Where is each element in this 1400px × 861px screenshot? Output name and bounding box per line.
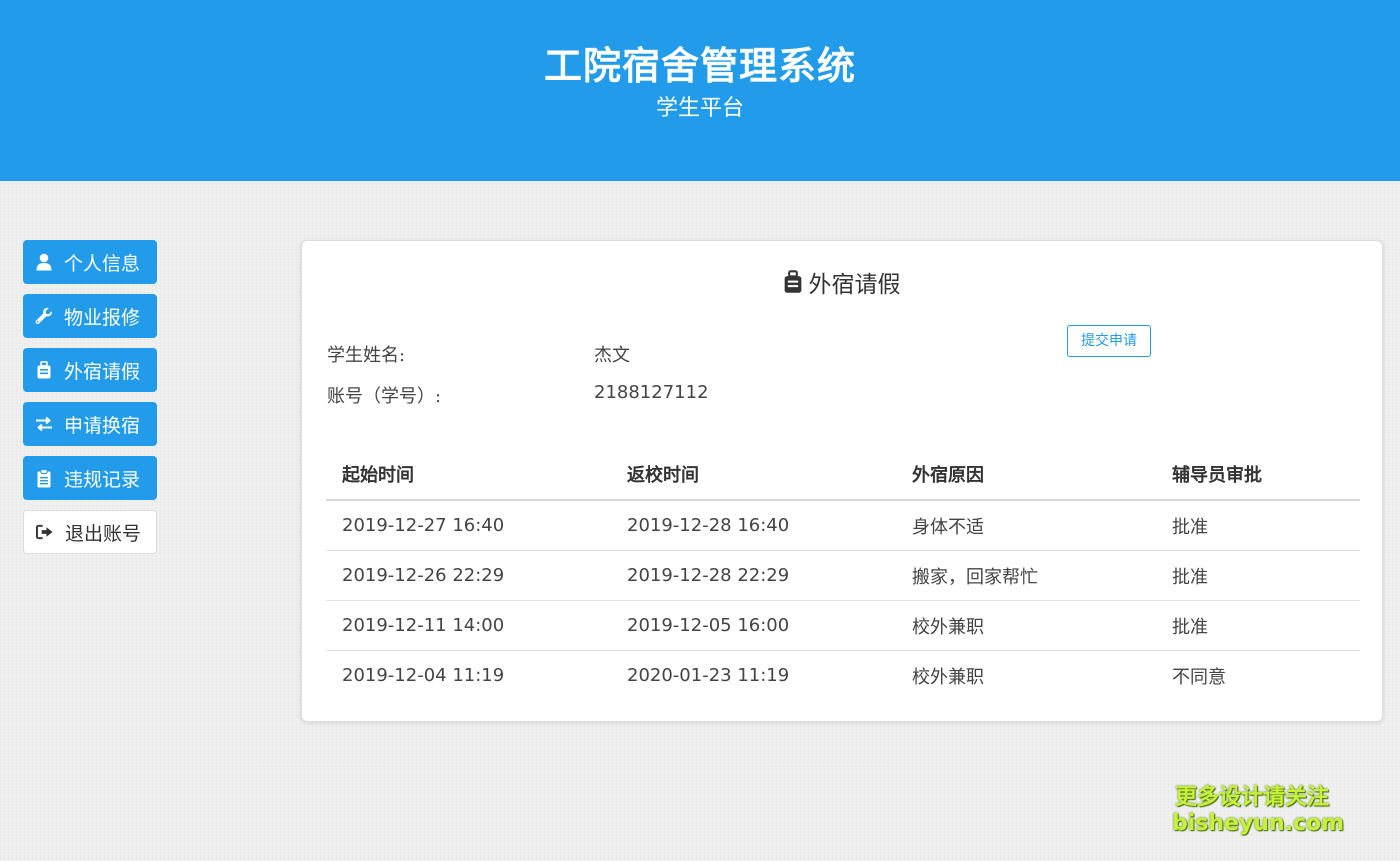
sign-out-icon <box>36 522 54 542</box>
leave-records-table: 起始时间 返校时间 外宿原因 辅导员审批 2019-12-27 16:40 20… <box>326 449 1360 700</box>
cell-return-time: 2019-12-28 16:40 <box>611 500 896 551</box>
app-title: 工院宿舍管理系统 <box>0 40 1400 92</box>
cell-return-time: 2019-12-28 22:29 <box>611 551 896 601</box>
app-subtitle: 学生平台 <box>0 93 1400 125</box>
sidebar-item-label: 物业报修 <box>64 303 140 330</box>
cell-approval: 批准 <box>1156 551 1360 601</box>
column-header-approval: 辅导员审批 <box>1156 449 1360 500</box>
cell-start-time: 2019-12-04 11:19 <box>326 651 611 701</box>
table-row: 2019-12-11 14:00 2019-12-05 16:00 校外兼职 批… <box>326 601 1360 651</box>
cell-return-time: 2019-12-05 16:00 <box>611 601 896 651</box>
sidebar-item-logout[interactable]: 退出账号 <box>23 510 157 554</box>
panel-title: 外宿请假 <box>302 265 1382 299</box>
cell-start-time: 2019-12-27 16:40 <box>326 500 611 551</box>
cell-approval: 批准 <box>1156 500 1360 551</box>
cell-start-time: 2019-12-11 14:00 <box>326 601 611 651</box>
table-row: 2019-12-27 16:40 2019-12-28 16:40 身体不适 批… <box>326 500 1360 551</box>
sidebar-item-violations[interactable]: 违规记录 <box>23 456 157 500</box>
column-header-reason: 外宿原因 <box>896 449 1156 500</box>
exchange-icon <box>35 414 53 434</box>
panel-title-text: 外宿请假 <box>809 265 901 299</box>
student-name-value: 杰文 <box>594 341 630 367</box>
account-label: 账号（学号）: <box>327 382 441 408</box>
sidebar-item-leave[interactable]: 外宿请假 <box>23 348 157 392</box>
cell-start-time: 2019-12-26 22:29 <box>326 551 611 601</box>
student-name-label: 学生姓名: <box>327 341 405 367</box>
watermark: 更多设计请关注 bisheyun.com <box>1172 785 1332 837</box>
watermark-line2: bisheyun.com <box>1172 811 1332 837</box>
sidebar-item-label: 个人信息 <box>64 249 140 276</box>
sidebar-item-label: 外宿请假 <box>64 357 140 384</box>
cell-reason: 校外兼职 <box>896 601 1156 651</box>
suitcase-icon <box>35 360 53 380</box>
clipboard-icon <box>35 468 53 488</box>
cell-reason: 校外兼职 <box>896 651 1156 701</box>
column-header-return-time: 返校时间 <box>611 449 896 500</box>
sidebar-nav: 个人信息 物业报修 外宿请假 申请换宿 违规记录 退出账号 <box>23 240 157 564</box>
sidebar-item-label: 退出账号 <box>65 519 141 546</box>
sidebar-item-change-dorm[interactable]: 申请换宿 <box>23 402 157 446</box>
leave-panel: 外宿请假 学生姓名: 杰文 账号（学号）: 2188127112 提交申请 起始… <box>301 240 1383 722</box>
table-row: 2019-12-26 22:29 2019-12-28 22:29 搬家，回家帮… <box>326 551 1360 601</box>
cell-reason: 身体不适 <box>896 500 1156 551</box>
cell-reason: 搬家，回家帮忙 <box>896 551 1156 601</box>
cell-approval: 批准 <box>1156 601 1360 651</box>
suitcase-icon <box>784 269 804 295</box>
sidebar-item-personal-info[interactable]: 个人信息 <box>23 240 157 284</box>
wrench-icon <box>35 306 53 326</box>
sidebar-item-label: 违规记录 <box>64 465 140 492</box>
table-header-row: 起始时间 返校时间 外宿原因 辅导员审批 <box>326 449 1360 500</box>
cell-approval: 不同意 <box>1156 651 1360 701</box>
page-header: 工院宿舍管理系统 学生平台 <box>0 0 1400 181</box>
submit-application-button[interactable]: 提交申请 <box>1067 325 1151 357</box>
watermark-line1: 更多设计请关注 <box>1172 785 1332 811</box>
user-icon <box>35 252 53 272</box>
sidebar-item-label: 申请换宿 <box>64 411 140 438</box>
sidebar-item-repair[interactable]: 物业报修 <box>23 294 157 338</box>
column-header-start-time: 起始时间 <box>326 449 611 500</box>
table-row: 2019-12-04 11:19 2020-01-23 11:19 校外兼职 不… <box>326 651 1360 701</box>
cell-return-time: 2020-01-23 11:19 <box>611 651 896 701</box>
account-value: 2188127112 <box>594 382 709 403</box>
